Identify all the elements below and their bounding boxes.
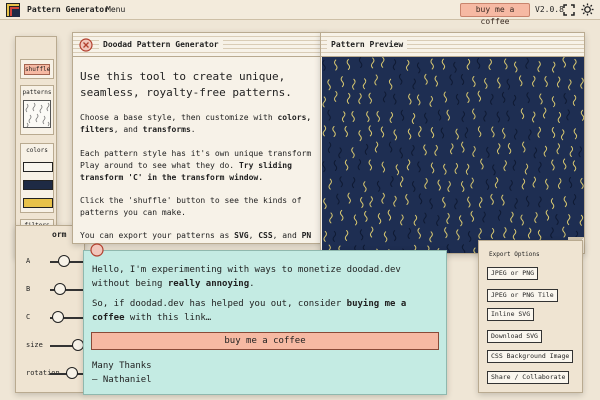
export-button-3[interactable]: Inline SVG — [487, 308, 535, 321]
slider-label: B — [26, 285, 31, 293]
export-options-label: Export Options — [489, 251, 540, 258]
slider-handle[interactable] — [66, 367, 78, 379]
slider-row-3: C — [16, 311, 90, 325]
donate-paragraph-2: So, if doodad.dev has helped you out, co… — [92, 299, 407, 323]
transform-window-title: orm — [52, 230, 67, 239]
colors-box: colors — [20, 143, 54, 213]
pattern-preview-canvas[interactable] — [322, 57, 584, 253]
patterns-label: patterns — [22, 89, 52, 96]
donate-window: Hello, I'm experimenting with ways to mo… — [83, 243, 447, 395]
shuffle-box: shuffle — [20, 59, 54, 79]
menu-button[interactable]: Menu — [106, 5, 125, 14]
close-icon[interactable] — [79, 38, 93, 52]
slider-row-5: rotation — [16, 367, 90, 381]
transform-window: orm A B Csize rotation — [15, 225, 90, 393]
export-button-4[interactable]: Download SVG — [487, 330, 542, 343]
theme-toggle-sun-icon[interactable] — [581, 3, 594, 16]
pattern-preview-image — [322, 57, 584, 253]
buy-coffee-button[interactable]: buy me a coffee — [460, 3, 530, 26]
intro-paragraph-3: Click the 'shuffle' button to see the ki… — [80, 196, 302, 217]
color-swatch-1[interactable] — [23, 162, 53, 172]
slider-label: C — [26, 313, 31, 321]
doodad-logo-icon[interactable] — [6, 3, 20, 17]
preview-title: Pattern Preview — [327, 38, 408, 52]
close-icon[interactable] — [90, 243, 104, 257]
export-button-5[interactable]: CSS Background Image — [487, 350, 574, 363]
pattern-preview-window: Pattern Preview — [320, 32, 585, 254]
slider-row-1: A — [16, 255, 90, 269]
pattern-thumbnail-squiggles-icon — [25, 102, 50, 127]
intro-paragraph-1: Choose a base style, then customize with… — [80, 113, 312, 134]
intro-paragraph-4: You can export your patterns as SVG, CSS… — [80, 231, 312, 240]
color-swatch-3[interactable] — [23, 198, 53, 208]
slider-row-4: size — [16, 339, 90, 353]
donate-paragraph-1: Hello, I'm experimenting with ways to mo… — [92, 265, 401, 289]
colors-label: colors — [26, 147, 48, 154]
slider-handle[interactable] — [58, 255, 70, 267]
version-label: V2.0.8 — [535, 5, 564, 14]
donate-signoff: Many Thanks — Nathaniel — [92, 361, 152, 385]
slider-handle[interactable] — [52, 311, 64, 323]
pattern-thumbnail[interactable] — [23, 100, 51, 128]
export-window: Export Options JPEG or PNG JPEG or PNG Ti… — [478, 240, 583, 393]
fullscreen-icon[interactable] — [563, 4, 575, 16]
patterns-box: patterns — [20, 85, 54, 135]
intro-title: Doodad Pattern Generator — [99, 38, 223, 52]
donate-coffee-button[interactable]: buy me a coffee — [91, 332, 439, 350]
intro-lead: Use this tool to create unique, seamless… — [80, 70, 292, 99]
slider-label: size — [26, 341, 43, 349]
export-button-6[interactable]: Share / Collaborate — [487, 371, 570, 384]
export-button-2[interactable]: JPEG or PNG Tile — [487, 289, 558, 302]
slider-handle[interactable] — [54, 283, 66, 295]
intro-window: Doodad Pattern Generator Use this tool t… — [72, 32, 327, 244]
shuffle-button[interactable]: shuffle — [24, 64, 50, 75]
app-title: Pattern Generator — [27, 5, 109, 14]
color-swatch-2[interactable] — [23, 180, 53, 190]
slider-label: A — [26, 257, 31, 265]
top-bar: Pattern Generator Menu buy me a coffee V… — [0, 0, 600, 26]
intro-paragraph-2: Each pattern style has it's own unique t… — [80, 149, 312, 182]
export-button-1[interactable]: JPEG or PNG — [487, 267, 539, 280]
slider-row-2: B — [16, 283, 90, 297]
